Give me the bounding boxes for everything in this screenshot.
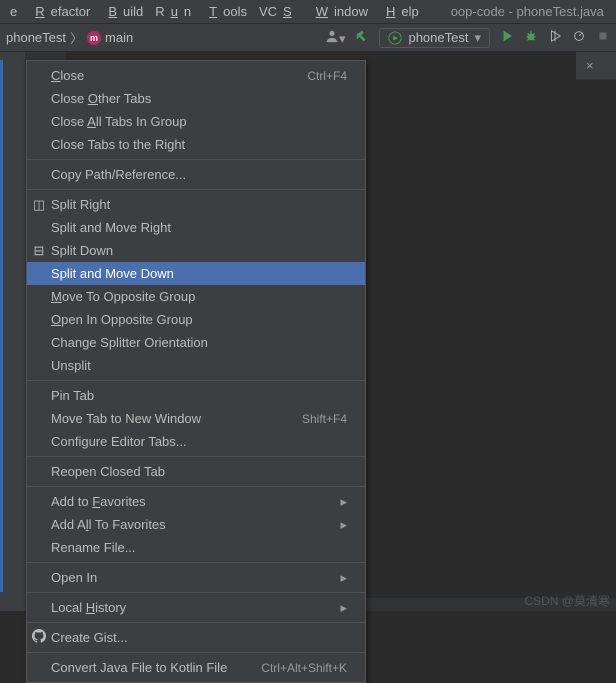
menu-add-all-favorites[interactable]: Add All To Favorites▸ xyxy=(27,513,365,536)
menu-move-opposite[interactable]: Move To Opposite Group xyxy=(27,285,365,308)
separator xyxy=(27,652,365,653)
menu-close-other[interactable]: Close Other Tabs xyxy=(27,87,365,110)
method-icon: m xyxy=(87,31,101,45)
submenu-arrow-icon: ▸ xyxy=(340,494,347,510)
menu-convert-kotlin[interactable]: Convert Java File to Kotlin FileCtrl+Alt… xyxy=(27,656,365,679)
separator xyxy=(27,486,365,487)
submenu-arrow-icon: ▸ xyxy=(340,570,347,586)
run-config-selector[interactable]: phoneTest ▾ xyxy=(379,28,490,48)
menu-item[interactable]: Tools xyxy=(197,2,253,21)
menu-split-right[interactable]: ◫Split Right xyxy=(27,193,365,216)
tab-context-menu: CloseCtrl+F4 Close Other Tabs Close All … xyxy=(26,60,366,683)
window-title: oop-code - phoneTest.java xyxy=(445,2,610,21)
separator xyxy=(27,562,365,563)
menu-item[interactable]: Refactor xyxy=(23,2,96,21)
separator xyxy=(27,380,365,381)
build-icon[interactable] xyxy=(355,29,369,46)
split-right-icon: ◫ xyxy=(31,197,47,213)
profile-icon[interactable] xyxy=(572,29,586,46)
menu-item[interactable]: Build xyxy=(96,2,149,21)
menu-split-down[interactable]: ⊟Split Down xyxy=(27,239,365,262)
menu-item[interactable]: Help xyxy=(374,2,425,21)
menu-local-history[interactable]: Local History▸ xyxy=(27,596,365,619)
menu-item[interactable]: e xyxy=(4,2,23,21)
menubar: e Refactor Build Run Tools VCS Window He… xyxy=(0,0,616,24)
menu-pin-tab[interactable]: Pin Tab xyxy=(27,384,365,407)
navigation-bar: phoneTest 〉 m main ▾ phoneTest ▾ xyxy=(0,24,616,52)
menu-unsplit[interactable]: Unsplit xyxy=(27,354,365,377)
submenu-arrow-icon: ▸ xyxy=(340,517,347,533)
breadcrumb-method[interactable]: main xyxy=(105,30,133,45)
menu-item[interactable]: Run xyxy=(149,2,197,21)
user-icon[interactable]: ▾ xyxy=(325,29,346,47)
separator xyxy=(27,159,365,160)
separator xyxy=(27,622,365,623)
tool-window-accent xyxy=(0,60,3,592)
breadcrumb-file[interactable]: phoneTest xyxy=(6,30,66,45)
close-icon[interactable]: × xyxy=(576,58,604,73)
menu-create-gist[interactable]: Create Gist... xyxy=(27,626,365,649)
menu-close-all-group[interactable]: Close All Tabs In Group xyxy=(27,110,365,133)
menu-close[interactable]: CloseCtrl+F4 xyxy=(27,64,365,87)
menu-open-opposite[interactable]: Open In Opposite Group xyxy=(27,308,365,331)
stop-icon[interactable] xyxy=(596,29,610,46)
tab-bar: × xyxy=(576,52,616,80)
toolbar: ▾ phoneTest ▾ xyxy=(325,28,610,48)
debug-icon[interactable] xyxy=(524,29,538,46)
menu-add-favorites[interactable]: Add to Favorites▸ xyxy=(27,490,365,513)
breadcrumb-separator-icon: 〉 xyxy=(70,28,83,47)
tool-window-stripe[interactable] xyxy=(0,52,26,611)
menu-change-splitter[interactable]: Change Splitter Orientation xyxy=(27,331,365,354)
separator xyxy=(27,189,365,190)
menu-open-in[interactable]: Open In▸ xyxy=(27,566,365,589)
separator xyxy=(27,456,365,457)
menu-split-move-right[interactable]: Split and Move Right xyxy=(27,216,365,239)
menu-move-new-window[interactable]: Move Tab to New WindowShift+F4 xyxy=(27,407,365,430)
coverage-icon[interactable] xyxy=(548,29,562,46)
menu-split-move-down[interactable]: Split and Move Down xyxy=(27,262,365,285)
menu-item[interactable]: VCS xyxy=(253,2,304,21)
github-icon xyxy=(31,629,47,646)
submenu-arrow-icon: ▸ xyxy=(340,600,347,616)
menu-configure-tabs[interactable]: Configure Editor Tabs... xyxy=(27,430,365,453)
menu-item[interactable]: Window xyxy=(304,2,374,21)
menu-copy-path[interactable]: Copy Path/Reference... xyxy=(27,163,365,186)
separator xyxy=(27,592,365,593)
split-down-icon: ⊟ xyxy=(31,243,47,259)
run-icon[interactable] xyxy=(500,29,514,46)
menu-close-right[interactable]: Close Tabs to the Right xyxy=(27,133,365,156)
menu-reopen-closed[interactable]: Reopen Closed Tab xyxy=(27,460,365,483)
menu-rename-file[interactable]: Rename File... xyxy=(27,536,365,559)
